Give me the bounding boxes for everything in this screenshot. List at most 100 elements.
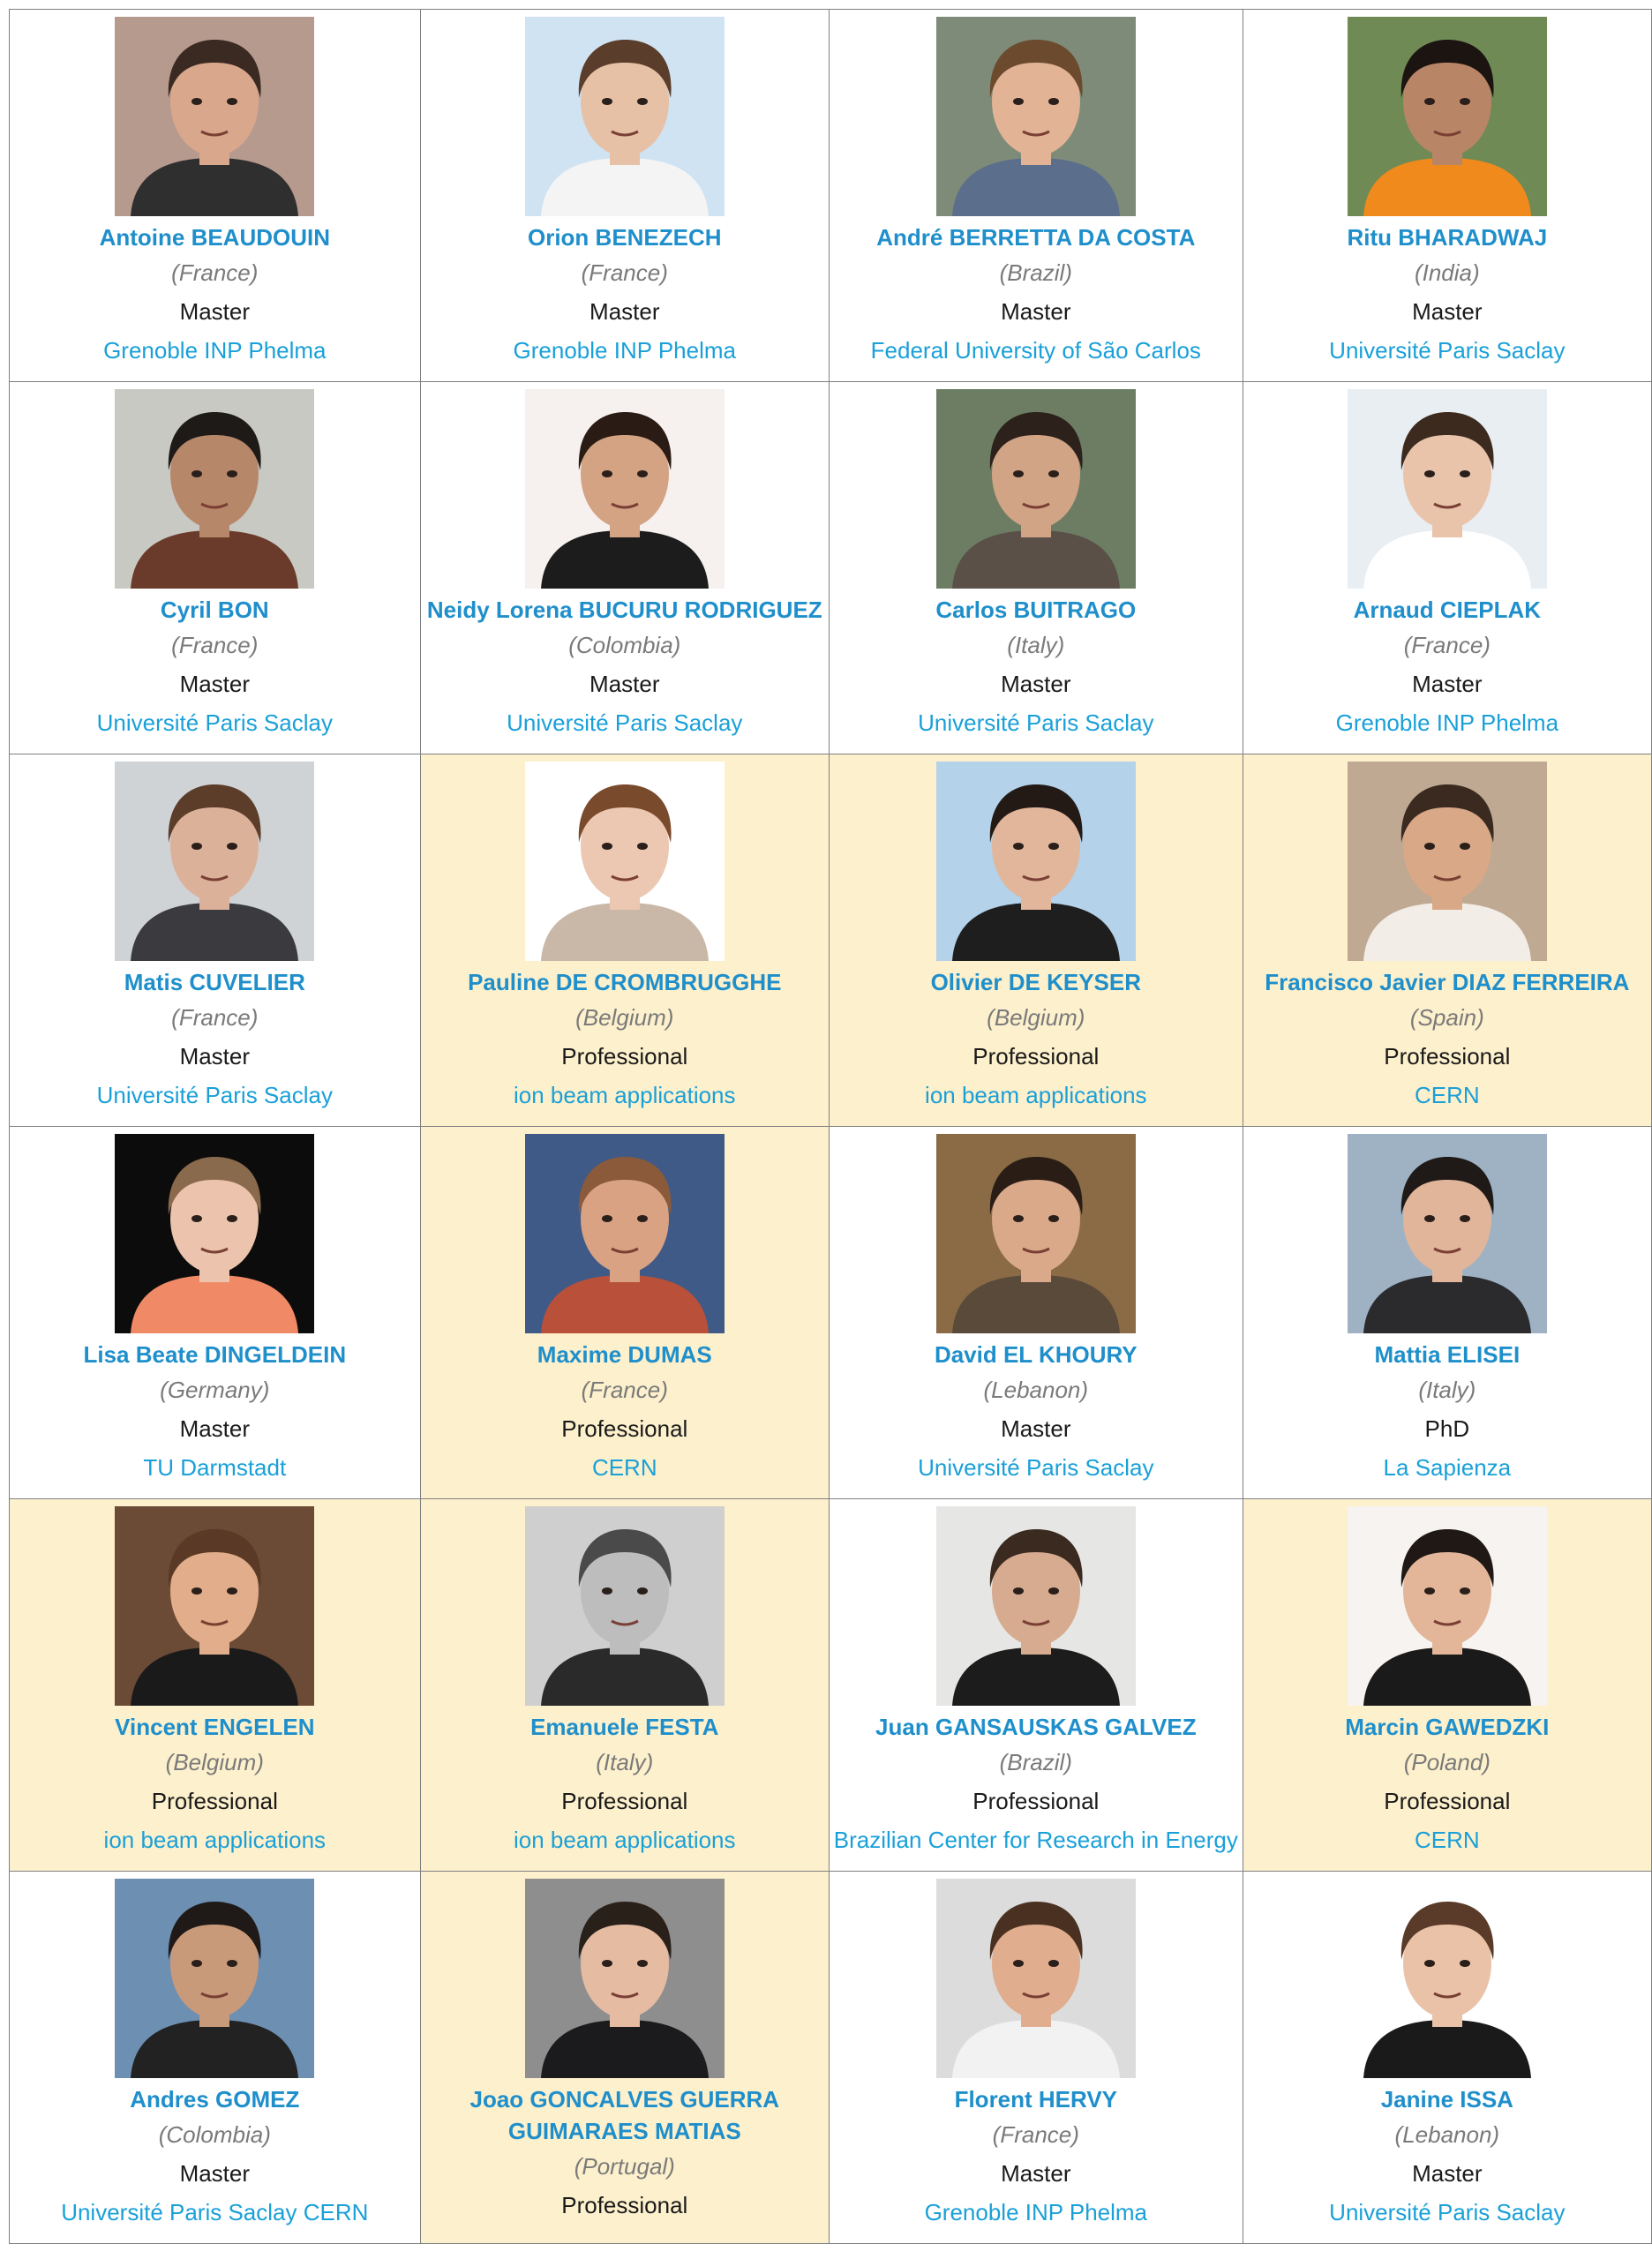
participant-level: Master [179, 671, 251, 697]
participant-country: (Brazil) [999, 259, 1072, 286]
participant-institution: ion beam applications [514, 1827, 736, 1853]
participant-institution: ion beam applications [925, 1082, 1147, 1108]
participant-institution: Université Paris Saclay [96, 709, 333, 736]
participant-photo [115, 1134, 315, 1333]
participant-level: Professional [561, 1788, 688, 1814]
participant-name: Carlos BUITRAGO [935, 597, 1137, 623]
participant-photo [115, 1506, 315, 1706]
participant-level: Professional [561, 1415, 688, 1442]
participant-name: Matis CUVELIER [124, 969, 305, 995]
participant-card: Marcin GAWEDZKI (Poland) Professional CERN [1242, 1498, 1652, 1872]
participant-institution: Grenoble INP Phelma [924, 2199, 1148, 2225]
participant-country: (Lebanon) [983, 1377, 1089, 1403]
participant-photo [1347, 17, 1547, 216]
participant-name: Andres GOMEZ [130, 2086, 300, 2113]
participant-card: Vincent ENGELEN (Belgium) Professional ion … [9, 1498, 421, 1872]
participant-country: (Poland) [1403, 1749, 1491, 1775]
participant-institution: TU Darmstadt [143, 1454, 287, 1481]
participant-photo [935, 389, 1136, 589]
participant-photo [524, 1506, 725, 1706]
participant-institution: ion beam applications [103, 1827, 327, 1853]
participant-photo [1347, 1506, 1547, 1706]
participant-photo [115, 762, 315, 961]
participant-level: Master [179, 1415, 251, 1442]
participant-level: Master [1001, 2160, 1071, 2187]
participant-institution: Université Paris Saclay [96, 1082, 333, 1108]
participant-card: Matis CUVELIER (France) Master Université P… [9, 754, 421, 1127]
participants-row: Lisa Beate DINGELDEIN (Germany) Master TU D… [9, 1126, 1652, 1499]
participant-name: Florent HERVY [954, 2086, 1118, 2113]
participant-country: (Portugal) [574, 2153, 675, 2180]
participant-institution: Université Paris Saclay [1329, 2199, 1566, 2225]
participant-country: (Italy) [1007, 632, 1065, 658]
participant-name: Pauline DE CROMBRUGGHE [468, 969, 782, 995]
participant-photo [935, 1506, 1136, 1706]
participant-name: Marcin GAWEDZKI [1345, 1714, 1550, 1740]
participant-card: Joao GONCALVES GUERRA GUIMARAES MATIAS (P… [419, 1871, 830, 2244]
participant-country: (France) [171, 259, 259, 286]
participant-country: (Lebanon) [1394, 2121, 1500, 2148]
participant-photo [115, 389, 315, 589]
participant-level: Professional [561, 2192, 688, 2218]
participant-level: Master [1412, 2160, 1483, 2187]
participant-level: Master [1412, 298, 1483, 325]
participant-institution: ion beam applications [514, 1082, 736, 1108]
participant-country: (France) [992, 2121, 1079, 2148]
participant-institution: CERN [1414, 1082, 1480, 1108]
participant-country: (Belgium) [987, 1004, 1085, 1031]
participant-name: Janine ISSA [1380, 2086, 1513, 2113]
participant-country: (Colombia) [158, 2121, 271, 2148]
participant-name: Arnaud CIEPLAK [1353, 597, 1541, 623]
participant-photo [1347, 1134, 1547, 1333]
participant-country: (France) [171, 632, 259, 658]
participant-country: (Italy) [1418, 1377, 1476, 1403]
participant-name: Francisco Javier DIAZ FERREIRA [1265, 969, 1630, 995]
participant-photo [524, 389, 725, 589]
participant-level: Professional [972, 1788, 1100, 1814]
participant-photo [935, 1879, 1136, 2078]
participant-card: Neidy Lorena BUCURU RODRIGUEZ (Colombia) M… [419, 381, 830, 754]
participant-photo [115, 17, 315, 216]
participant-level: Master [179, 298, 251, 325]
participants-grid: Antoine BEAUDOUIN (France) Master Grenoble … [9, 9, 1652, 2244]
participant-name: Mattia ELISEI [1374, 1341, 1521, 1368]
participant-card: Florent HERVY (France) Master Grenoble INP … [828, 1871, 1243, 2244]
participant-level: Professional [561, 1043, 688, 1069]
participant-institution: Université Paris Saclay [918, 709, 1154, 736]
participant-card: Antoine BEAUDOUIN (France) Master Grenoble … [9, 9, 421, 382]
participant-name: Joao GONCALVES GUERRA GUIMARAES MATIAS [469, 2086, 780, 2144]
participant-level: Master [1001, 298, 1071, 325]
participant-institution: Université Paris Saclay [918, 1454, 1154, 1481]
participant-name: Orion BENEZECH [527, 224, 722, 251]
participant-photo [524, 1134, 725, 1333]
participant-level: Master [179, 1043, 251, 1069]
participants-row: Antoine BEAUDOUIN (France) Master Grenoble … [9, 9, 1652, 382]
participant-photo [1347, 762, 1547, 961]
participant-card: Lisa Beate DINGELDEIN (Germany) Master TU D… [9, 1126, 421, 1499]
participant-level: Master [1001, 1415, 1071, 1442]
participant-level: PhD [1424, 1415, 1470, 1442]
participants-row: Matis CUVELIER (France) Master Université P… [9, 754, 1652, 1127]
participant-institution: Grenoble INP Phelma [103, 337, 327, 364]
participant-card: Maxime DUMAS (France) Professional CERN [419, 1126, 830, 1499]
participant-institution: Grenoble INP Phelma [513, 337, 736, 364]
participant-country: (India) [1414, 259, 1480, 286]
participant-card: André BERRETTA DA COSTA (Brazil) Master Fed… [828, 9, 1243, 382]
participant-card: Cyril BON (France) Master Université Paris … [9, 381, 421, 754]
participant-card: Mattia ELISEI (Italy) PhD La Sapienza [1242, 1126, 1652, 1499]
participant-photo [1347, 389, 1547, 589]
participant-institution: Université Paris Saclay CERN [61, 2199, 369, 2225]
participant-card: Carlos BUITRAGO (Italy) Master Université P… [828, 381, 1243, 754]
participant-card: Emanuele FESTA (Italy) Professional ion bea… [419, 1498, 830, 1872]
participant-card: Orion BENEZECH (France) Master Grenoble INP… [419, 9, 830, 382]
participant-name: Juan GANSAUSKAS GALVEZ [875, 1714, 1197, 1740]
participant-country: (Colombia) [568, 632, 681, 658]
participant-photo [524, 1879, 725, 2078]
participant-card: Janine ISSA (Lebanon) Master Université Par… [1242, 1871, 1652, 2244]
participant-institution: CERN [591, 1454, 657, 1481]
participant-card: Francisco Javier DIAZ FERREIRA (Spain) Pro… [1242, 754, 1652, 1127]
participant-photo [524, 17, 725, 216]
participant-card: Olivier DE KEYSER (Belgium) Professional io… [828, 754, 1243, 1127]
participant-name: Lisa Beate DINGELDEIN [83, 1341, 347, 1368]
participant-name: David EL KHOURY [934, 1341, 1138, 1368]
